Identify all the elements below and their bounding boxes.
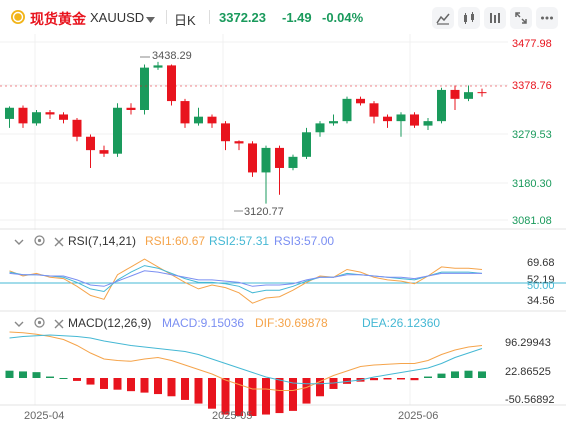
price-axis-label: 3477.98 <box>512 38 552 50</box>
candle-body <box>72 119 82 137</box>
candle-body <box>153 65 163 68</box>
macd-bar <box>73 378 81 381</box>
macd-bar <box>478 371 486 378</box>
macd-bar <box>100 378 108 389</box>
low-annotation: 3120.77 <box>244 206 284 218</box>
macd-title: MACD(12,26,9) <box>68 316 152 330</box>
macd-bar <box>410 378 419 381</box>
candle-body <box>315 123 325 133</box>
candle-body <box>423 121 433 126</box>
candle-body <box>126 107 136 110</box>
rsi2-value: RSI2:57.31 <box>209 234 270 248</box>
x-axis-label: 2025-04 <box>24 410 65 422</box>
high-annotation: 3438.29 <box>152 50 192 62</box>
current-price-label: 3378.76 <box>512 80 552 92</box>
macd-bar <box>86 378 95 385</box>
macd-lines <box>9 331 483 391</box>
rsi-axis-label: 34.56 <box>527 295 555 307</box>
macd-bar <box>302 378 311 404</box>
candle-body <box>248 143 257 173</box>
macd-bar <box>464 370 473 378</box>
dea-value: DEA:26.12360 <box>362 316 441 330</box>
candle-body <box>261 147 271 173</box>
close-icon[interactable] <box>54 318 64 332</box>
macd-bar <box>167 378 176 397</box>
dif-line <box>9 331 483 391</box>
candle-body <box>329 121 338 124</box>
macd-bar <box>383 378 392 380</box>
collapse-icon[interactable] <box>14 236 24 250</box>
macd-bar <box>437 373 446 378</box>
macd-axis-label: -50.56892 <box>505 394 555 406</box>
dif-value: DIF:30.69878 <box>255 316 328 330</box>
macd-bar <box>19 371 27 378</box>
candle-body <box>180 101 190 124</box>
candle-body <box>356 98 365 104</box>
candle-body <box>194 116 203 124</box>
candle-body <box>18 107 28 124</box>
macd-bar <box>113 378 122 390</box>
candle-body <box>396 114 406 122</box>
rsi1-value: RSI1:60.67 <box>145 234 206 248</box>
candle-body <box>99 150 109 154</box>
candle-body <box>5 107 14 119</box>
macd-bar <box>194 378 203 404</box>
candle-body <box>221 123 230 142</box>
candle-body <box>32 112 41 124</box>
price-axis-label: 3180.30 <box>512 178 552 190</box>
macd-bar <box>127 378 135 392</box>
candle-body <box>207 116 217 124</box>
macd-bar <box>46 376 54 378</box>
candle-body <box>477 92 487 94</box>
candle-body <box>86 136 95 151</box>
rsi-axis-label: 50.00 <box>527 280 555 292</box>
macd-bar <box>154 378 162 395</box>
macd-bar <box>181 378 189 400</box>
candle-body <box>383 116 392 122</box>
close-icon[interactable] <box>54 236 64 250</box>
candle-body <box>140 67 149 110</box>
macd-bar <box>451 371 459 378</box>
collapse-icon[interactable] <box>14 318 24 332</box>
candle-body <box>288 156 298 168</box>
candle-body <box>464 92 473 99</box>
candle-body <box>450 89 460 99</box>
candle-body <box>59 114 68 120</box>
rsi-lines <box>9 258 483 304</box>
candle-body <box>167 65 176 102</box>
dea-line <box>9 334 483 385</box>
rsi-axis-label: 69.68 <box>527 257 555 269</box>
x-axis-label: 2025-05 <box>212 410 253 422</box>
rsi3-value: RSI3:57.00 <box>274 234 335 248</box>
candle-body <box>410 114 419 126</box>
candle-body <box>302 132 311 157</box>
candle-body <box>275 147 284 168</box>
macd-bar <box>424 376 432 378</box>
price-axis-label: 3081.08 <box>512 215 552 227</box>
macd-axis-label: 22.86525 <box>505 366 551 378</box>
price-axis-label: 3279.53 <box>512 129 552 141</box>
macd-bar <box>59 378 68 379</box>
macd-bar <box>140 378 149 393</box>
settings-icon[interactable] <box>33 234 46 250</box>
macd-bar <box>275 378 284 414</box>
macd-value: MACD:9.15036 <box>162 316 245 330</box>
macd-bar <box>397 378 405 380</box>
candle-body <box>369 103 379 117</box>
candle-body <box>437 89 446 122</box>
rsi-title: RSI(7,14,21) <box>68 234 137 248</box>
settings-icon[interactable] <box>33 316 46 332</box>
macd-bar <box>262 378 270 415</box>
candle-body <box>342 98 352 122</box>
macd-bar <box>208 378 216 409</box>
macd-axis-label: 96.29943 <box>505 337 551 349</box>
candle-body <box>234 141 244 144</box>
x-axis-label: 2025-06 <box>398 410 439 422</box>
candle-body <box>45 112 55 115</box>
macd-bar <box>370 378 378 381</box>
macd-bar <box>5 370 14 378</box>
macd-bar <box>32 372 41 378</box>
candle-body <box>113 107 122 154</box>
